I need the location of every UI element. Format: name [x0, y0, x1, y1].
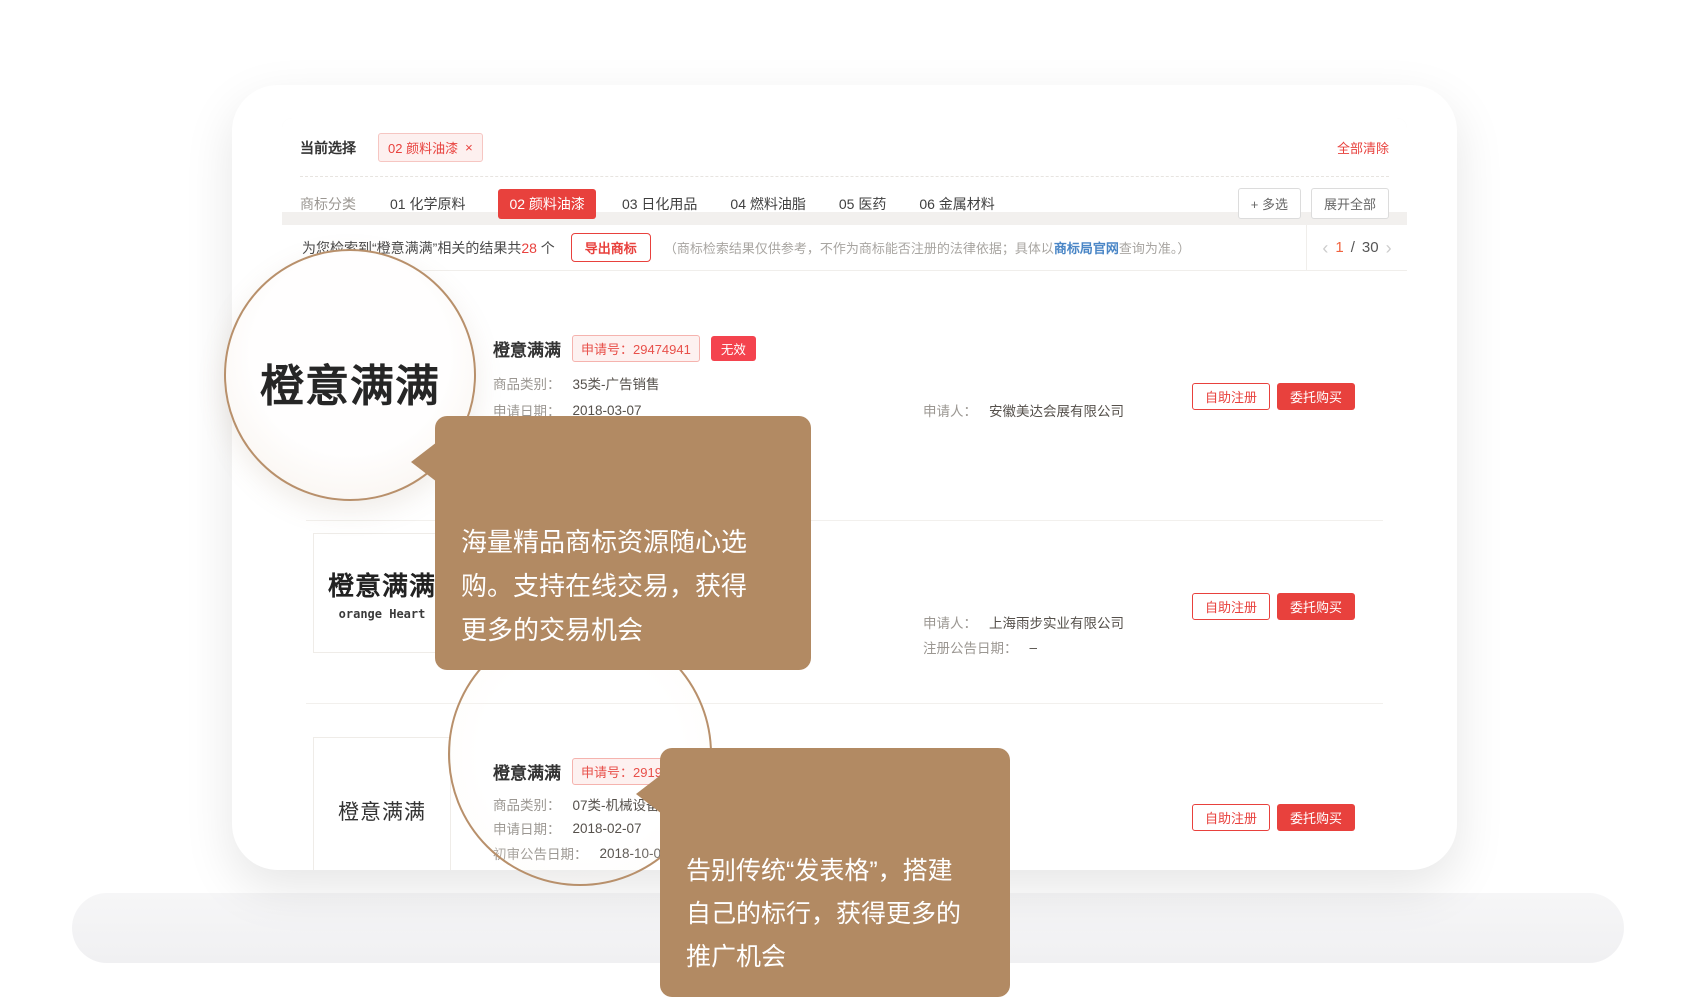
trademark-office-link[interactable]: 商标局官网: [1054, 241, 1119, 256]
category-row: 商标分类 01 化学原料 02 颜料油漆 03 日化用品 04 燃料油脂 05 …: [282, 177, 1407, 219]
multi-select-button[interactable]: + 多选: [1238, 188, 1301, 219]
expand-all-button[interactable]: 展开全部: [1311, 188, 1389, 219]
tooltip-promotion: 告别传统“发表格”，搭建 自己的标行，获得更多的 推广机会: [660, 748, 1010, 997]
category-item-02-active[interactable]: 02 颜料油漆: [498, 189, 595, 219]
self-register-button[interactable]: 自助注册: [1192, 804, 1270, 831]
next-page-icon[interactable]: ›: [1386, 239, 1392, 257]
trademark-name: 橙意满满: [493, 336, 561, 361]
disclaimer-pre: （商标检索结果仅供参考，不作为商标能否注册的法律依据；具体以: [664, 241, 1054, 256]
field-value: 35类-广告销售: [573, 373, 660, 393]
field-value: 上海雨步实业有限公司: [989, 612, 1124, 632]
entrust-purchase-button[interactable]: 委托购买: [1277, 593, 1355, 620]
field-label: 注册公告日期：: [923, 637, 1018, 657]
filter-card: 当前选择 02 颜料油漆 × 全部清除 商标分类 01 化学原料 02 颜料油漆…: [282, 118, 1407, 212]
trademark-image-2-subtext: orange Heart: [339, 607, 426, 621]
trademark-image-2: 橙意满满 orange Heart: [313, 533, 451, 653]
application-number-label: 申请号：: [581, 342, 633, 357]
export-trademarks-button[interactable]: 导出商标: [571, 233, 651, 262]
field-value: 安徽美达会展有限公司: [989, 400, 1124, 420]
total-pages: 30: [1362, 239, 1379, 256]
current-selection-row: 当前选择 02 颜料油漆 × 全部清除: [282, 118, 1407, 162]
tooltip-marketplace-text: 海量精品商标资源随心选 购。支持在线交易，获得 更多的交易机会: [461, 527, 747, 645]
field-label: 申请人：: [923, 612, 977, 632]
tooltip-marketplace: 海量精品商标资源随心选 购。支持在线交易，获得 更多的交易机会: [435, 416, 811, 670]
category-item-06[interactable]: 06 金属材料: [919, 194, 994, 214]
tooltip-left-arrow: [636, 774, 662, 814]
category-item-05[interactable]: 05 医药: [839, 194, 886, 214]
selected-filter-tag-label: 02 颜料油漆: [388, 138, 458, 157]
disclaimer-post: 查询为准。）: [1119, 241, 1191, 256]
trademark-image-3: 橙意满满: [313, 737, 451, 870]
row-1-applicant: 申请人： 安徽美达会展有限公司: [923, 400, 1124, 420]
magnified-trademark-text: 橙意满满: [260, 350, 440, 414]
category-item-01[interactable]: 01 化学原料: [390, 194, 465, 214]
trademark-image-2-text: 橙意满满: [328, 566, 436, 603]
results-summary-suffix: 个: [537, 240, 555, 256]
field-label: 商品类别：: [493, 373, 561, 393]
field-label: 申请人：: [923, 400, 977, 420]
results-header: 为您检索到“橙意满满”相关的结果共28 个 导出商标 （商标检索结果仅供参考，不…: [282, 225, 1407, 271]
application-number-tag: 申请号：29474941: [572, 335, 700, 362]
status-badge-invalid: 无效: [711, 336, 756, 361]
tooltip-left-arrow: [411, 442, 437, 482]
row-2-applicant: 申请人： 上海雨步实业有限公司: [923, 612, 1124, 632]
selected-filter-tag[interactable]: 02 颜料油漆 ×: [378, 133, 483, 162]
disclaimer-text: （商标检索结果仅供参考，不作为商标能否注册的法律依据；具体以商标局官网查询为准。…: [664, 238, 1191, 257]
prev-page-icon[interactable]: ‹: [1322, 239, 1328, 257]
application-number-value: 29474941: [633, 342, 691, 357]
self-register-button[interactable]: 自助注册: [1192, 383, 1270, 410]
category-item-04[interactable]: 04 燃料油脂: [730, 194, 805, 214]
pagination: ‹ 1 / 30 ›: [1306, 225, 1407, 270]
results-count: 28: [521, 240, 537, 256]
category-row-label: 商标分类: [300, 194, 356, 214]
entrust-purchase-button[interactable]: 委托购买: [1277, 804, 1355, 831]
field-value: –: [1030, 640, 1038, 655]
row-1-title: 橙意满满 申请号：29474941 无效: [493, 335, 756, 362]
entrust-purchase-button[interactable]: 委托购买: [1277, 383, 1355, 410]
self-register-button[interactable]: 自助注册: [1192, 593, 1270, 620]
trademark-image-3-text: 橙意满满: [338, 796, 426, 826]
clear-all-button[interactable]: 全部清除: [1337, 138, 1389, 157]
category-item-03[interactable]: 03 日化用品: [622, 194, 697, 214]
row-2-reg-publication: 注册公告日期： –: [923, 637, 1037, 657]
current-selection-label: 当前选择: [300, 138, 356, 158]
category-actions: + 多选 展开全部: [1238, 188, 1389, 219]
page-separator: /: [1351, 239, 1355, 256]
tooltip-promotion-text: 告别传统“发表格”，搭建 自己的标行，获得更多的 推广机会: [686, 857, 961, 971]
screenshot-canvas: 当前选择 02 颜料油漆 × 全部清除 商标分类 01 化学原料 02 颜料油漆…: [0, 0, 1696, 1002]
current-page: 1: [1335, 239, 1343, 256]
remove-tag-icon[interactable]: ×: [465, 141, 473, 154]
